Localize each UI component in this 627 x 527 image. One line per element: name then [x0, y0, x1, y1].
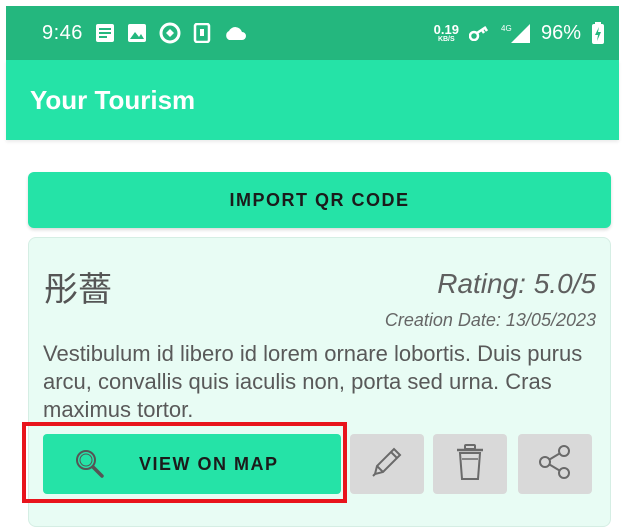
- status-bar: 9:46 0.19 KB/S 4G 96%: [6, 6, 619, 60]
- vpn-key-icon: [468, 25, 491, 41]
- delete-button[interactable]: [433, 434, 507, 494]
- delete-icon: [452, 442, 488, 487]
- network-speed: 0.19 KB/S: [433, 22, 459, 43]
- svg-text:4G: 4G: [501, 24, 512, 33]
- creation-date: Creation Date: 13/05/2023: [384, 310, 596, 330]
- cloud-icon: [223, 24, 247, 42]
- gallery-icon: [127, 23, 147, 43]
- app-bar: Your Tourism: [6, 60, 619, 140]
- battery-charging-icon: [591, 22, 605, 44]
- place-description: Vestibulum id libero id lorem ornare lob…: [43, 341, 583, 422]
- status-time: 9:46: [42, 21, 83, 44]
- share-button[interactable]: [518, 434, 592, 494]
- signal-icon: 4G: [501, 22, 531, 44]
- app-title: Your Tourism: [30, 84, 196, 115]
- share-icon: [535, 442, 575, 487]
- download-icon: [193, 23, 211, 43]
- notes-icon: [95, 23, 115, 43]
- highlight-box: [22, 422, 347, 503]
- place-rating: Rating: 5.0/5: [437, 268, 596, 299]
- edit-icon: [367, 442, 407, 487]
- edit-button[interactable]: [350, 434, 424, 494]
- import-qr-code-button[interactable]: IMPORT QR CODE: [28, 172, 611, 228]
- sync-icon: [159, 22, 181, 44]
- battery-level: 96%: [540, 21, 581, 44]
- place-name: 彤薔: [44, 270, 112, 310]
